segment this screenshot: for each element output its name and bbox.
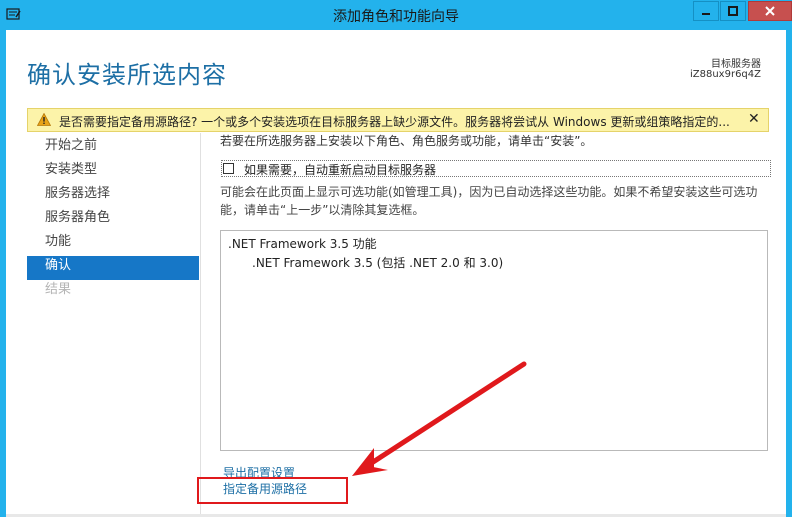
destination-server-label: 目标服务器	[711, 59, 761, 70]
restart-option[interactable]: 如果需要，自动重新启动目标服务器	[221, 160, 771, 177]
warning-icon	[37, 113, 51, 126]
nav-item-features[interactable]: 功能	[27, 232, 199, 256]
title-bar: 添加角色和功能向导	[0, 0, 792, 30]
list-item: .NET Framework 3.5 (包括 .NET 2.0 和 3.0)	[252, 256, 504, 270]
close-button[interactable]	[748, 1, 792, 21]
close-icon	[765, 6, 775, 16]
nav-item-server-selection[interactable]: 服务器选择	[27, 184, 199, 208]
nav-item-confirmation[interactable]: 确认	[27, 256, 199, 280]
window-frame-right	[786, 30, 792, 517]
optional-features-info: 可能会在此页面上显示可选功能(如管理工具)，因为已自动选择这些功能。如果不希望安…	[220, 185, 758, 217]
maximize-icon	[728, 6, 738, 16]
restart-checkbox-label[interactable]: 如果需要，自动重新启动目标服务器	[244, 161, 436, 178]
warning-close-icon[interactable]: ✕	[748, 111, 760, 127]
intro-text: 若要在所选服务器上安装以下角色、角色服务或功能，请单击“安装”。	[220, 134, 593, 148]
list-item: .NET Framework 3.5 功能	[228, 237, 377, 251]
nav-item-results: 结果	[45, 282, 72, 297]
restart-checkbox[interactable]	[223, 163, 234, 174]
destination-server-name: iZ88ux9r6q4Z	[689, 69, 761, 80]
warning-text: 是否需要指定备用源路径? 一个或多个安装选项在目标服务器上缺少源文件。服务器将尝…	[59, 115, 730, 129]
window-title: 添加角色和功能向导	[333, 9, 459, 25]
nav-item-server-roles[interactable]: 服务器角色	[27, 208, 199, 232]
page-title: 确认安装所选内容	[27, 61, 227, 89]
maximize-button[interactable]	[720, 1, 746, 21]
wizard-steps-nav: 开始之前 安装类型 服务器选择 服务器角色 功能 确认 结果	[27, 136, 199, 304]
warning-banner[interactable]: 是否需要指定备用源路径? 一个或多个安装选项在目标服务器上缺少源文件。服务器将尝…	[27, 108, 769, 132]
minimize-icon	[702, 13, 710, 15]
window-frame-left	[0, 30, 6, 517]
nav-item-installation-type[interactable]: 安装类型	[27, 160, 199, 184]
nav-divider	[200, 133, 201, 517]
annotation-highlight-box	[197, 477, 348, 504]
minimize-button[interactable]	[693, 1, 719, 21]
nav-item-before-you-begin[interactable]: 开始之前	[27, 136, 199, 160]
selected-features-list[interactable]: .NET Framework 3.5 功能 .NET Framework 3.5…	[220, 230, 768, 451]
